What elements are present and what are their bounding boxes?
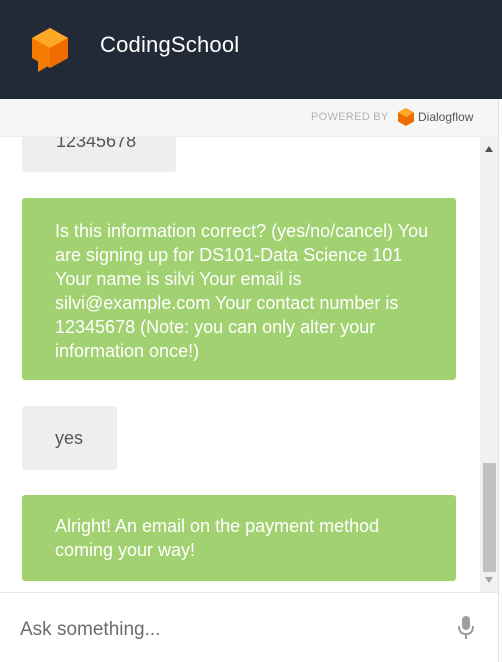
chat-history[interactable]: 12345678 Is this information correct? (y… bbox=[0, 137, 480, 592]
message-input[interactable] bbox=[20, 615, 440, 645]
dialogflow-brand[interactable]: Dialogflow bbox=[418, 110, 473, 124]
cube-chat-logo-icon bbox=[32, 28, 68, 72]
bot-message: Is this information correct? (yes/no/can… bbox=[22, 198, 456, 380]
chat-scrollbar[interactable] bbox=[480, 137, 498, 592]
powered-by-label: POWERED BY bbox=[311, 111, 389, 123]
bot-message: Alright! An email on the payment method … bbox=[22, 495, 456, 581]
user-message: yes bbox=[22, 406, 117, 470]
dialogflow-logo-icon bbox=[398, 108, 414, 126]
scroll-down-arrow-icon[interactable] bbox=[480, 572, 498, 588]
app-header: CodingSchool bbox=[0, 0, 502, 99]
scrollbar-thumb[interactable] bbox=[483, 463, 496, 572]
message-input-area bbox=[0, 592, 502, 662]
microphone-icon[interactable] bbox=[457, 615, 475, 641]
user-message: 12345678 bbox=[22, 137, 176, 172]
app-title: CodingSchool bbox=[100, 32, 240, 57]
window-edge bbox=[498, 99, 502, 662]
scroll-up-arrow-icon[interactable] bbox=[480, 141, 498, 157]
